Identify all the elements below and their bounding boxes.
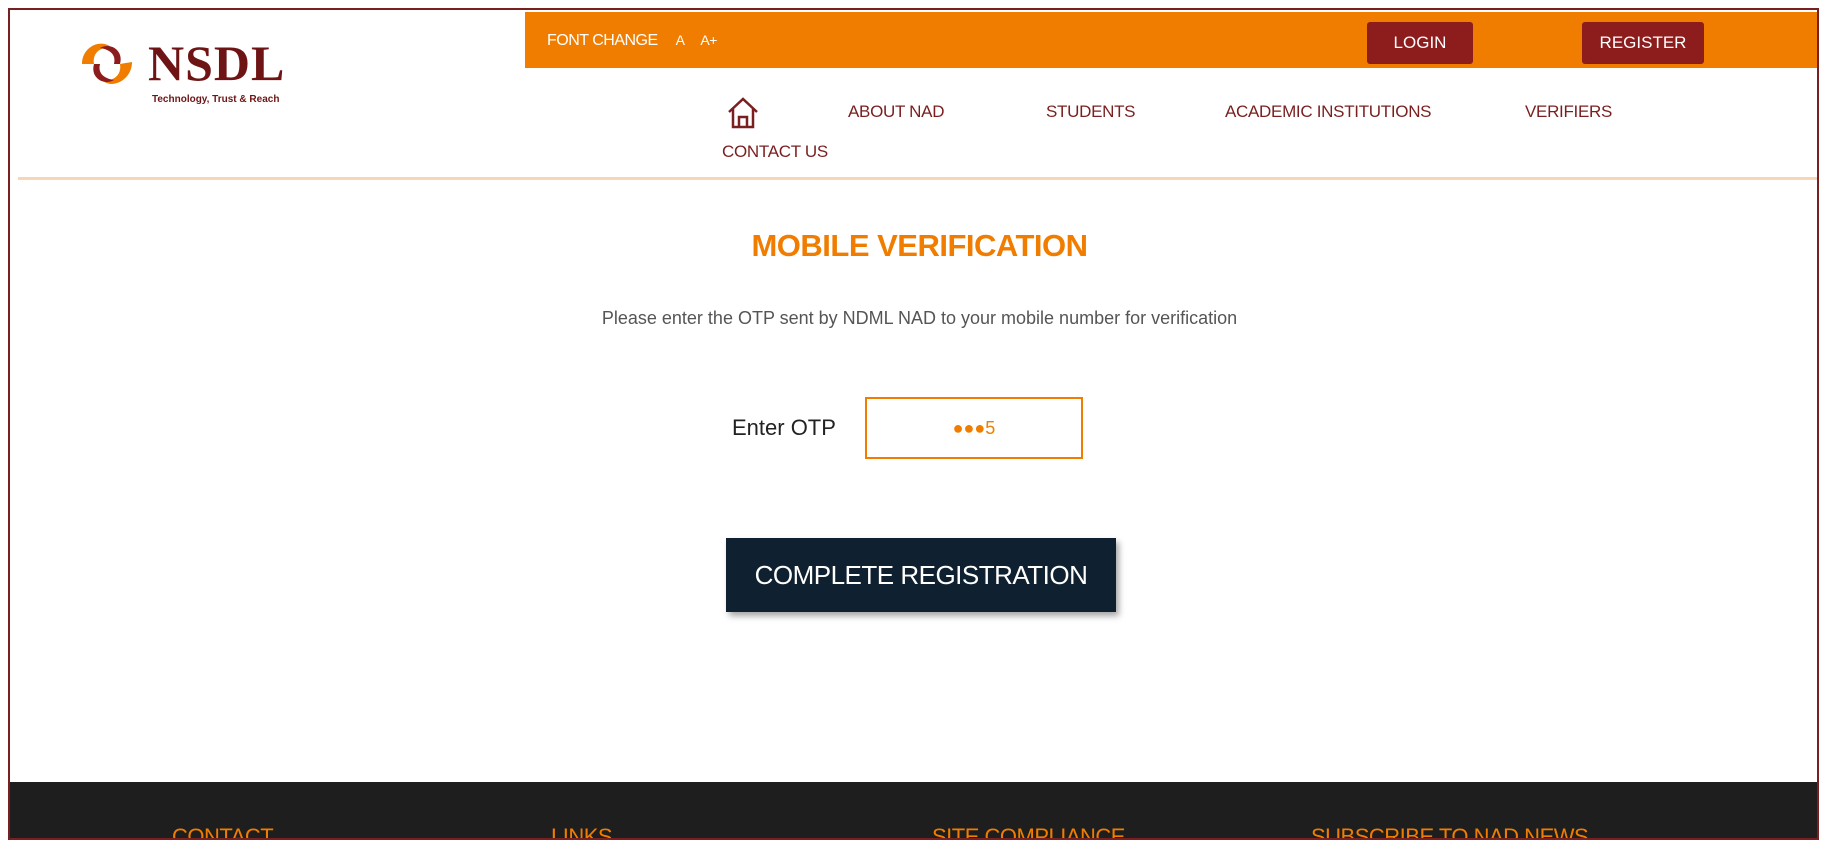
otp-label: Enter OTP	[732, 415, 836, 440]
otp-input[interactable]: ●●●5	[865, 397, 1083, 459]
nsdl-emblem-icon	[82, 43, 132, 84]
complete-registration-button[interactable]: COMPLETE REGISTRATION	[726, 538, 1116, 612]
footer-heading-contact: CONTACT	[172, 824, 274, 840]
nav-item-academic-institutions[interactable]: ACADEMIC INSTITUTIONS	[1225, 102, 1432, 122]
page-frame: NSDL Technology, Trust & Reach FONT CHAN…	[8, 8, 1819, 840]
footer-heading-subscribe: SUBSCRIBE TO NAD NEWS	[1311, 824, 1589, 840]
top-bar: FONT CHANGE A A+ LOGIN REGISTER	[525, 12, 1817, 68]
logo-tagline: Technology, Trust & Reach	[152, 94, 280, 105]
home-icon[interactable]	[726, 96, 760, 130]
nav-item-students[interactable]: STUDENTS	[1046, 102, 1136, 122]
footer: CONTACT LINKS SITE COMPLIANCE SUBSCRIBE …	[10, 782, 1817, 840]
nav-item-contact-us[interactable]: CONTACT US	[722, 142, 828, 162]
login-button[interactable]: LOGIN	[1367, 22, 1473, 64]
page-title: MOBILE VERIFICATION	[751, 228, 1088, 263]
footer-heading-links: LINKS	[551, 824, 613, 840]
otp-instruction: Please enter the OTP sent by NDML NAD to…	[601, 308, 1238, 328]
nav-divider	[18, 177, 1817, 180]
nsdl-logo[interactable]: NSDL Technology, Trust & Reach	[72, 30, 302, 110]
nav-item-about-nad[interactable]: ABOUT NAD	[848, 102, 944, 122]
footer-heading-site-compliance: SITE COMPLIANCE	[932, 824, 1125, 840]
font-decrease-button[interactable]: A	[676, 32, 685, 48]
register-button[interactable]: REGISTER	[1582, 22, 1704, 64]
font-increase-button[interactable]: A+	[700, 32, 717, 48]
nav-item-verifiers[interactable]: VERIFIERS	[1525, 102, 1612, 122]
font-change-control: FONT CHANGE A A+	[547, 12, 717, 68]
logo-wordmark: NSDL	[148, 35, 286, 91]
font-change-label: FONT CHANGE	[547, 32, 658, 49]
